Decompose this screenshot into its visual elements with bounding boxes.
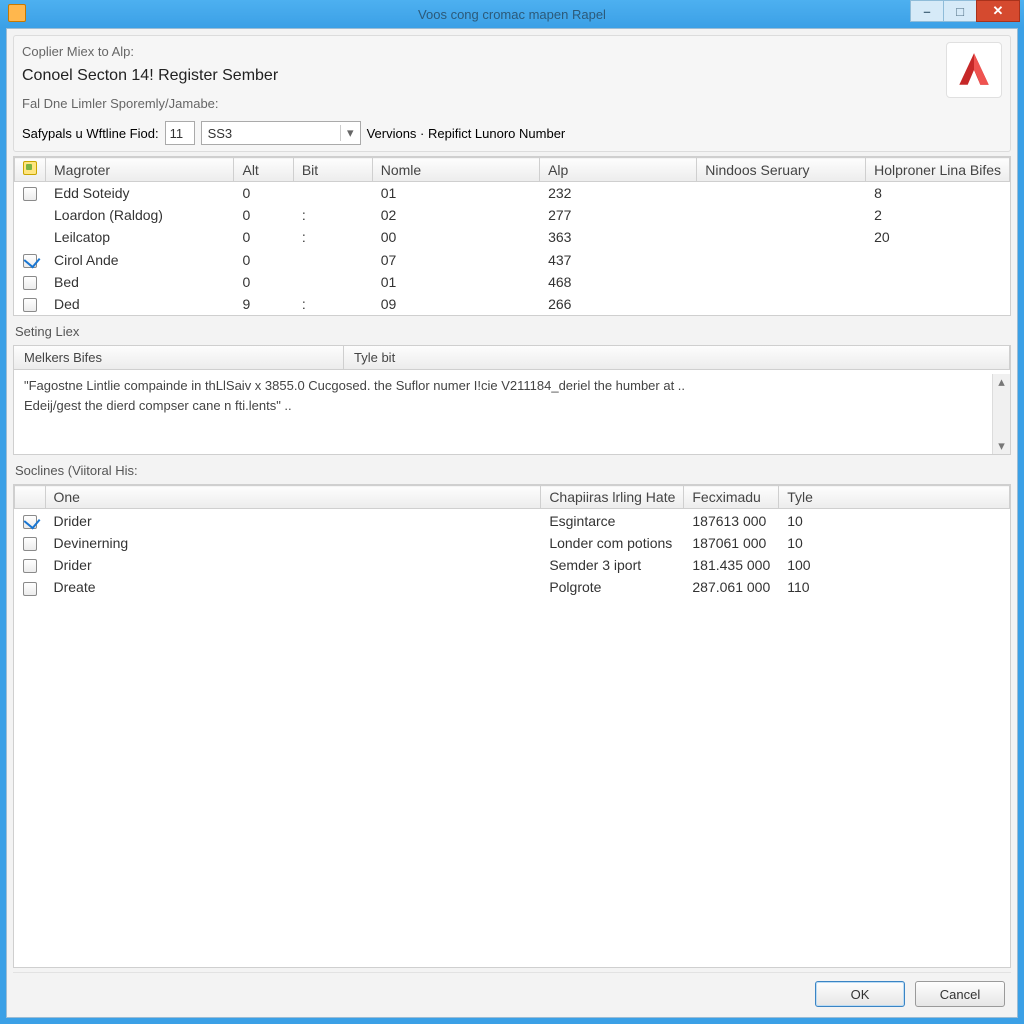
soclines-table: One Chapiiras lrling Hate Fecximadu Tyle… xyxy=(13,484,1011,968)
minimize-button[interactable]: – xyxy=(910,0,944,22)
spin-input[interactable]: 11 xyxy=(165,121,195,145)
scroll-up-icon: ▴ xyxy=(998,374,1005,390)
checkbox[interactable] xyxy=(23,582,37,596)
message-scrollbar[interactable]: ▴ ▾ xyxy=(992,374,1010,454)
close-button[interactable]: ✕ xyxy=(976,0,1020,22)
message-line-1: "Fagostne Lintlie compainde in thLlSaiv … xyxy=(24,376,1000,396)
header-label-1: Coplier Miex to Alp: xyxy=(22,42,938,63)
table1-col-holproner[interactable]: Holproner Lina Bifes xyxy=(866,158,1010,182)
control-row-label: Safypals u Wftline Fiod: xyxy=(22,126,159,141)
combo-select[interactable]: SS3 ▾ xyxy=(201,121,361,145)
table-row[interactable]: Edd Soteidy0012328 xyxy=(15,182,1010,205)
table2-col-chap[interactable]: Chapiiras lrling Hate xyxy=(541,486,684,509)
table1-col-nindoos[interactable]: Nindoos Seruary xyxy=(697,158,866,182)
table1-col-alp[interactable]: Alp xyxy=(540,158,697,182)
table1-col-magroter[interactable]: Magroter xyxy=(46,158,234,182)
table-row[interactable]: Ded9:09266 xyxy=(15,293,1010,315)
checkbox[interactable] xyxy=(23,298,37,312)
checkbox[interactable] xyxy=(23,559,37,573)
button-bar: OK Cancel xyxy=(13,972,1011,1011)
table-row[interactable]: DriderEsgintarce187613 00010 xyxy=(15,509,1010,532)
message-line-2: Edeij/gest the dierd compser cane n fti.… xyxy=(24,396,1000,416)
table1-col-bit[interactable]: Bit xyxy=(293,158,372,182)
table1-header-icon[interactable] xyxy=(15,158,46,182)
table2-col-tyle[interactable]: Tyle xyxy=(779,486,1010,509)
section-soclines-label: Soclines (Viitoral His: xyxy=(13,459,1011,480)
cancel-button-label: Cancel xyxy=(940,987,980,1002)
checkbox[interactable] xyxy=(23,515,37,529)
section-seting-liex-label: Seting Liex xyxy=(13,320,1011,341)
table1-col-nomle[interactable]: Nomle xyxy=(372,158,539,182)
table2-col-one[interactable]: One xyxy=(45,486,541,509)
table-row[interactable]: Loardon (Raldog)0:022772 xyxy=(15,204,1010,226)
combo-value: SS3 xyxy=(208,126,233,141)
window-title: Voos cong cromac mapen Rapel xyxy=(418,7,606,22)
header-value-1: Conoel Secton 14! Register Sember xyxy=(22,63,938,89)
msg-header-2[interactable]: Tyle bit xyxy=(344,346,1010,369)
checkbox[interactable] xyxy=(23,276,37,290)
checkbox[interactable] xyxy=(23,537,37,551)
title-bar: Voos cong cromac mapen Rapel – □ ✕ xyxy=(0,0,1024,28)
magroter-table: Magroter Alt Bit Nomle Alp Nindoos Serua… xyxy=(13,156,1011,316)
table2-col-check xyxy=(15,486,46,509)
window-controls: – □ ✕ xyxy=(911,0,1020,22)
message-panel: Melkers Bifes Tyle bit "Fagostne Lintlie… xyxy=(13,345,1011,455)
scroll-down-icon: ▾ xyxy=(998,438,1005,454)
ok-button-label: OK xyxy=(851,987,870,1002)
shield-icon xyxy=(23,161,37,175)
checkbox[interactable] xyxy=(23,187,37,201)
table-row[interactable]: Leilcatop0:0036320 xyxy=(15,226,1010,248)
table-row[interactable]: Bed001468 xyxy=(15,271,1010,293)
client-area: Coplier Miex to Alp: Conoel Secton 14! R… xyxy=(6,28,1018,1018)
message-body: "Fagostne Lintlie compainde in thLlSaiv … xyxy=(14,370,1010,440)
checkbox[interactable] xyxy=(23,254,37,268)
table-row[interactable]: DevinerningLonder com potions187061 0001… xyxy=(15,532,1010,554)
logo-icon xyxy=(953,49,995,91)
cancel-button[interactable]: Cancel xyxy=(915,981,1005,1007)
table-row[interactable]: DriderSemder 3 iport181.435 000100 xyxy=(15,554,1010,576)
table2-col-fecx[interactable]: Fecximadu xyxy=(684,486,779,509)
spin-value: 11 xyxy=(170,126,184,141)
header-group: Coplier Miex to Alp: Conoel Secton 14! R… xyxy=(13,35,1011,152)
window-icon xyxy=(8,4,26,22)
header-label-2: Fal Dne Limler Sporemly/Jamabe: xyxy=(22,94,938,115)
control-row: Safypals u Wftline Fiod: 11 SS3 ▾ Vervio… xyxy=(22,121,1002,145)
table-row[interactable]: DreatePolgrote287.061 000110 xyxy=(15,576,1010,598)
msg-header-1[interactable]: Melkers Bifes xyxy=(14,346,344,369)
maximize-button[interactable]: □ xyxy=(943,0,977,22)
table1-col-alt[interactable]: Alt xyxy=(234,158,293,182)
table-row[interactable]: Cirol Ande007437 xyxy=(15,248,1010,270)
chevron-down-icon: ▾ xyxy=(340,125,354,141)
ok-button[interactable]: OK xyxy=(815,981,905,1007)
app-logo xyxy=(946,42,1002,98)
control-trail-label: Vervions · Repifict Lunoro Number xyxy=(367,126,566,141)
